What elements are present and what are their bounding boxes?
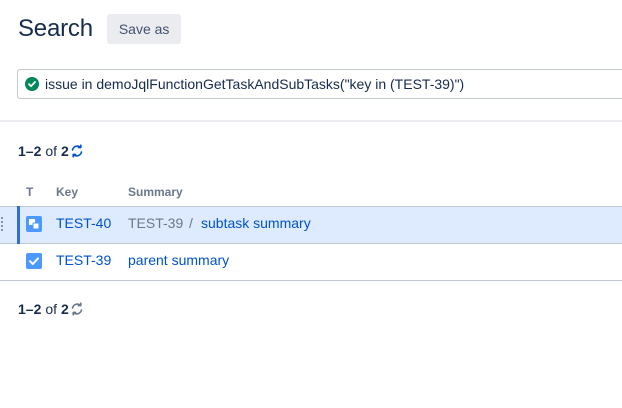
page-header: Search Save as bbox=[18, 14, 182, 44]
table-row[interactable]: TEST-39 parent summary bbox=[0, 244, 622, 281]
refresh-icon[interactable] bbox=[70, 302, 84, 316]
column-header-type[interactable]: T bbox=[26, 185, 33, 199]
pagination-total: 2 bbox=[61, 143, 69, 159]
parent-separator: / bbox=[189, 215, 193, 231]
pagination-range: 1–2 bbox=[18, 301, 42, 317]
issue-summary-link[interactable]: subtask summary bbox=[201, 215, 311, 231]
table-row[interactable]: TEST-40 TEST-39 / subtask summary bbox=[0, 206, 622, 244]
issue-summary-link[interactable]: parent summary bbox=[128, 252, 229, 268]
check-circle-icon bbox=[25, 77, 39, 91]
pagination-of-label: of bbox=[45, 143, 58, 159]
jql-query-field[interactable]: issue in demoJqlFunctionGetTaskAndSubTas… bbox=[17, 69, 622, 99]
pagination-count-bottom: 1–2 of 2 bbox=[18, 301, 84, 317]
pagination-count-top: 1–2 of 2 bbox=[18, 143, 84, 159]
pagination-range: 1–2 bbox=[18, 143, 42, 159]
column-header-key[interactable]: Key bbox=[56, 185, 78, 199]
page-title: Search bbox=[18, 15, 93, 42]
issue-key-link[interactable]: TEST-39 bbox=[56, 252, 111, 268]
issue-key-link[interactable]: TEST-40 bbox=[56, 215, 111, 231]
pagination-of-label: of bbox=[45, 301, 58, 317]
subtask-icon bbox=[26, 216, 42, 232]
pagination-total: 2 bbox=[61, 301, 69, 317]
drag-handle-icon[interactable] bbox=[0, 217, 4, 233]
task-icon bbox=[26, 253, 42, 269]
table-header: T Key Summary bbox=[0, 185, 622, 203]
jql-query-text: issue in demoJqlFunctionGetTaskAndSubTas… bbox=[45, 76, 465, 92]
column-header-summary[interactable]: Summary bbox=[128, 185, 183, 199]
refresh-icon[interactable] bbox=[70, 144, 84, 158]
section-divider bbox=[0, 120, 622, 122]
save-as-button[interactable]: Save as bbox=[106, 14, 182, 44]
selected-row-indicator bbox=[17, 206, 20, 244]
parent-issue-key[interactable]: TEST-39 bbox=[128, 215, 183, 231]
